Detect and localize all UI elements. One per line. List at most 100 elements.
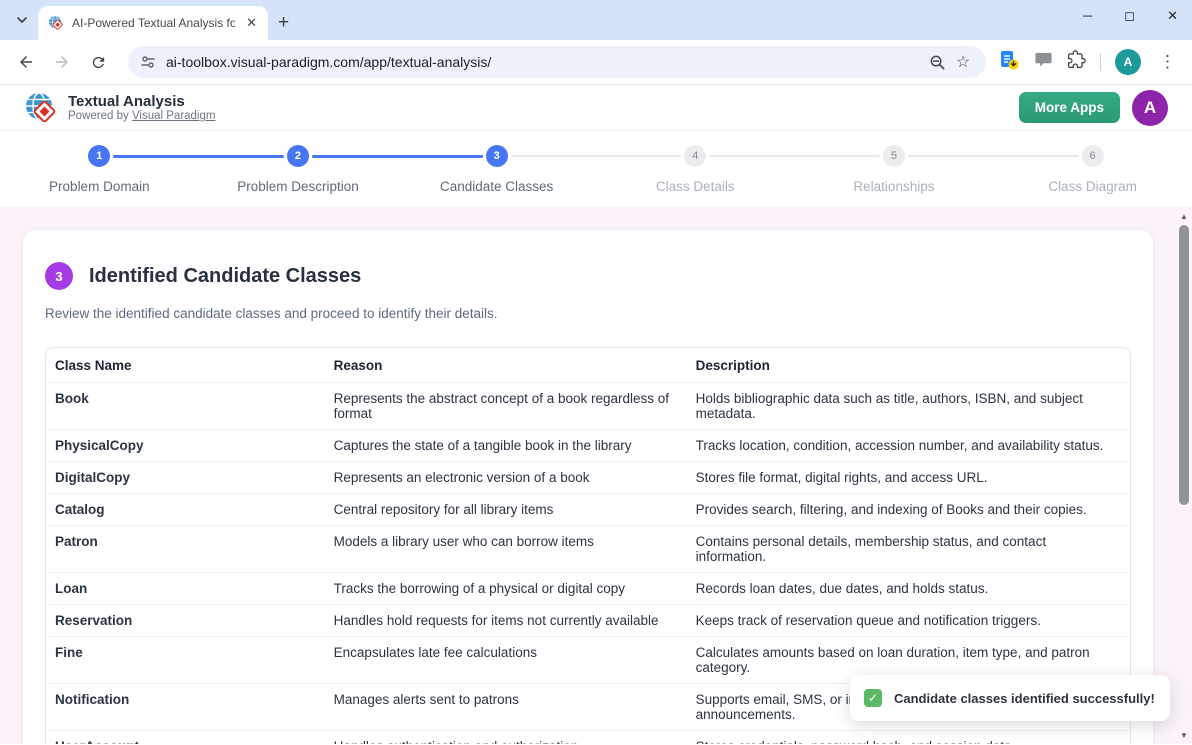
class-name-cell: Reservation — [46, 605, 325, 637]
wizard-stepper: 1 Problem Domain 2 Problem Description 3Cand… — [0, 131, 1192, 207]
stepper-step-problem-description[interactable]: 2 Problem Description — [199, 131, 398, 207]
app-header: Textual Analysis Powered by Visual Parad… — [0, 85, 1192, 131]
url-text[interactable]: ai-toolbox.visual-paradigm.com/app/textu… — [166, 54, 924, 70]
powered-by-text: Powered by Visual Paradigm — [68, 110, 215, 122]
class-name-cell: Catalog — [46, 494, 325, 526]
stepper-connector — [511, 155, 682, 157]
window-minimize-button[interactable]: ─ — [1083, 8, 1092, 24]
reason-cell: Represents the abstract concept of a boo… — [325, 383, 687, 430]
column-header-description: Description — [687, 348, 1130, 383]
stepper-step-relationships[interactable]: 5 Relationships — [795, 131, 994, 207]
window-close-button[interactable]: ✕ — [1167, 8, 1178, 24]
app-title: Textual Analysis — [68, 93, 215, 110]
step-circle: 2 — [287, 145, 309, 167]
step-circle: 3 — [486, 145, 508, 167]
user-avatar[interactable]: A — [1132, 90, 1168, 126]
step-circle: 5 — [883, 145, 905, 167]
browser-tab[interactable]: AI-Powered Textual Analysis for ✕ — [38, 6, 268, 40]
success-toast: ✓ Candidate classes identified successfu… — [850, 675, 1170, 721]
visual-paradigm-link[interactable]: Visual Paradigm — [132, 110, 216, 122]
extensions-puzzle-icon[interactable] — [1067, 50, 1086, 74]
stepper-step-class-diagram[interactable]: 6 Class Diagram — [993, 131, 1192, 207]
reload-button[interactable] — [84, 48, 112, 76]
bookmark-star-icon[interactable]: ☆ — [950, 49, 976, 75]
description-cell: Tracks location, condition, accession nu… — [687, 430, 1130, 462]
stepper-connector — [113, 155, 284, 158]
scrollbar-down-arrow[interactable]: ▼ — [1176, 728, 1192, 742]
table-row: LoanTracks the borrowing of a physical o… — [46, 573, 1130, 605]
step-label: Class Diagram — [1048, 179, 1137, 194]
reason-cell: Represents an electronic version of a bo… — [325, 462, 687, 494]
new-tab-button[interactable]: + — [278, 12, 289, 34]
class-name-cell: Loan — [46, 573, 325, 605]
table-row: CatalogCentral repository for all librar… — [46, 494, 1130, 526]
reason-cell: Handles authentication and authorization — [325, 731, 687, 744]
table-row: DigitalCopyRepresents an electronic vers… — [46, 462, 1130, 494]
table-header-row: Class Name Reason Description — [46, 348, 1130, 383]
page-scrollbar[interactable]: ▲ ▼ — [1176, 207, 1192, 744]
step-circle: 1 — [88, 145, 110, 167]
stepper-connector — [908, 155, 1079, 157]
step-label: Problem Domain — [49, 179, 150, 194]
chrome-profile-avatar[interactable]: A — [1115, 49, 1141, 75]
zoom-out-icon — [929, 54, 946, 71]
toolbar-separator — [1100, 53, 1101, 71]
zoom-out-button[interactable] — [924, 49, 950, 75]
class-name-cell: Book — [46, 383, 325, 430]
forward-button[interactable] — [48, 48, 76, 76]
description-cell: Records loan dates, due dates, and holds… — [687, 573, 1130, 605]
column-header-reason: Reason — [325, 348, 687, 383]
reason-cell: Models a library user who can borrow ite… — [325, 526, 687, 573]
browser-menu-button[interactable]: ⋮ — [1155, 52, 1180, 72]
step-number-badge: 3 — [45, 262, 73, 290]
reason-cell: Handles hold requests for items not curr… — [325, 605, 687, 637]
window-maximize-button[interactable]: ◻ — [1124, 8, 1135, 24]
reason-cell: Central repository for all library items — [325, 494, 687, 526]
more-apps-button[interactable]: More Apps — [1019, 92, 1120, 123]
class-name-cell: Patron — [46, 526, 325, 573]
class-name-cell: DigitalCopy — [46, 462, 325, 494]
toast-message: Candidate classes identified successfull… — [894, 691, 1155, 706]
column-header-class-name: Class Name — [46, 348, 325, 383]
docs-extension-icon[interactable] — [998, 49, 1020, 76]
description-cell: Keeps track of reservation queue and not… — [687, 605, 1130, 637]
step-circle: 6 — [1082, 145, 1104, 167]
scrollbar-thumb[interactable] — [1179, 225, 1189, 505]
candidate-classes-card: 3 Identified Candidate Classes Review th… — [22, 229, 1154, 744]
step-label: Problem Description — [237, 179, 359, 194]
class-name-cell: PhysicalCopy — [46, 430, 325, 462]
back-arrow-icon — [17, 53, 35, 71]
browser-toolbar: ai-toolbox.visual-paradigm.com/app/textu… — [0, 40, 1192, 85]
stepper-connector — [312, 155, 483, 158]
class-name-cell: Fine — [46, 637, 325, 684]
reason-cell: Encapsulates late fee calculations — [325, 637, 687, 684]
table-row: PatronModels a library user who can borr… — [46, 526, 1130, 573]
stepper-step-class-details[interactable]: 4Class Details — [596, 131, 795, 207]
stepper-step-candidate-classes[interactable]: 3Candidate Classes — [397, 131, 596, 207]
browser-titlebar: AI-Powered Textual Analysis for ✕ + ─ ◻ … — [0, 0, 1192, 40]
tab-close-icon[interactable]: ✕ — [243, 15, 260, 31]
reason-cell: Tracks the borrowing of a physical or di… — [325, 573, 687, 605]
step-label: Relationships — [853, 179, 934, 194]
back-button[interactable] — [12, 48, 40, 76]
stepper-step-problem-domain[interactable]: 1 Problem Domain — [0, 131, 199, 207]
address-bar[interactable]: ai-toolbox.visual-paradigm.com/app/textu… — [128, 46, 986, 78]
description-cell: Provides search, filtering, and indexing… — [687, 494, 1130, 526]
description-cell: Holds bibliographic data such as title, … — [687, 383, 1130, 430]
check-icon: ✓ — [864, 689, 882, 707]
class-name-cell: Notification — [46, 684, 325, 731]
step-label: Class Details — [656, 179, 735, 194]
description-cell: Contains personal details, membership st… — [687, 526, 1130, 573]
tab-search-button[interactable] — [8, 8, 36, 32]
visual-paradigm-favicon — [48, 15, 64, 31]
site-settings-icon — [140, 54, 156, 70]
table-row: BookRepresents the abstract concept of a… — [46, 383, 1130, 430]
scrollbar-up-arrow[interactable]: ▲ — [1176, 209, 1192, 223]
stepper-connector — [709, 155, 880, 157]
reload-icon — [90, 54, 107, 71]
description-cell: Stores credentials, password hash, and s… — [687, 731, 1130, 744]
table-row: PhysicalCopyCaptures the state of a tang… — [46, 430, 1130, 462]
description-cell: Stores file format, digital rights, and … — [687, 462, 1130, 494]
comment-icon[interactable] — [1034, 50, 1053, 74]
page-subtitle: Review the identified candidate classes … — [45, 306, 1131, 321]
